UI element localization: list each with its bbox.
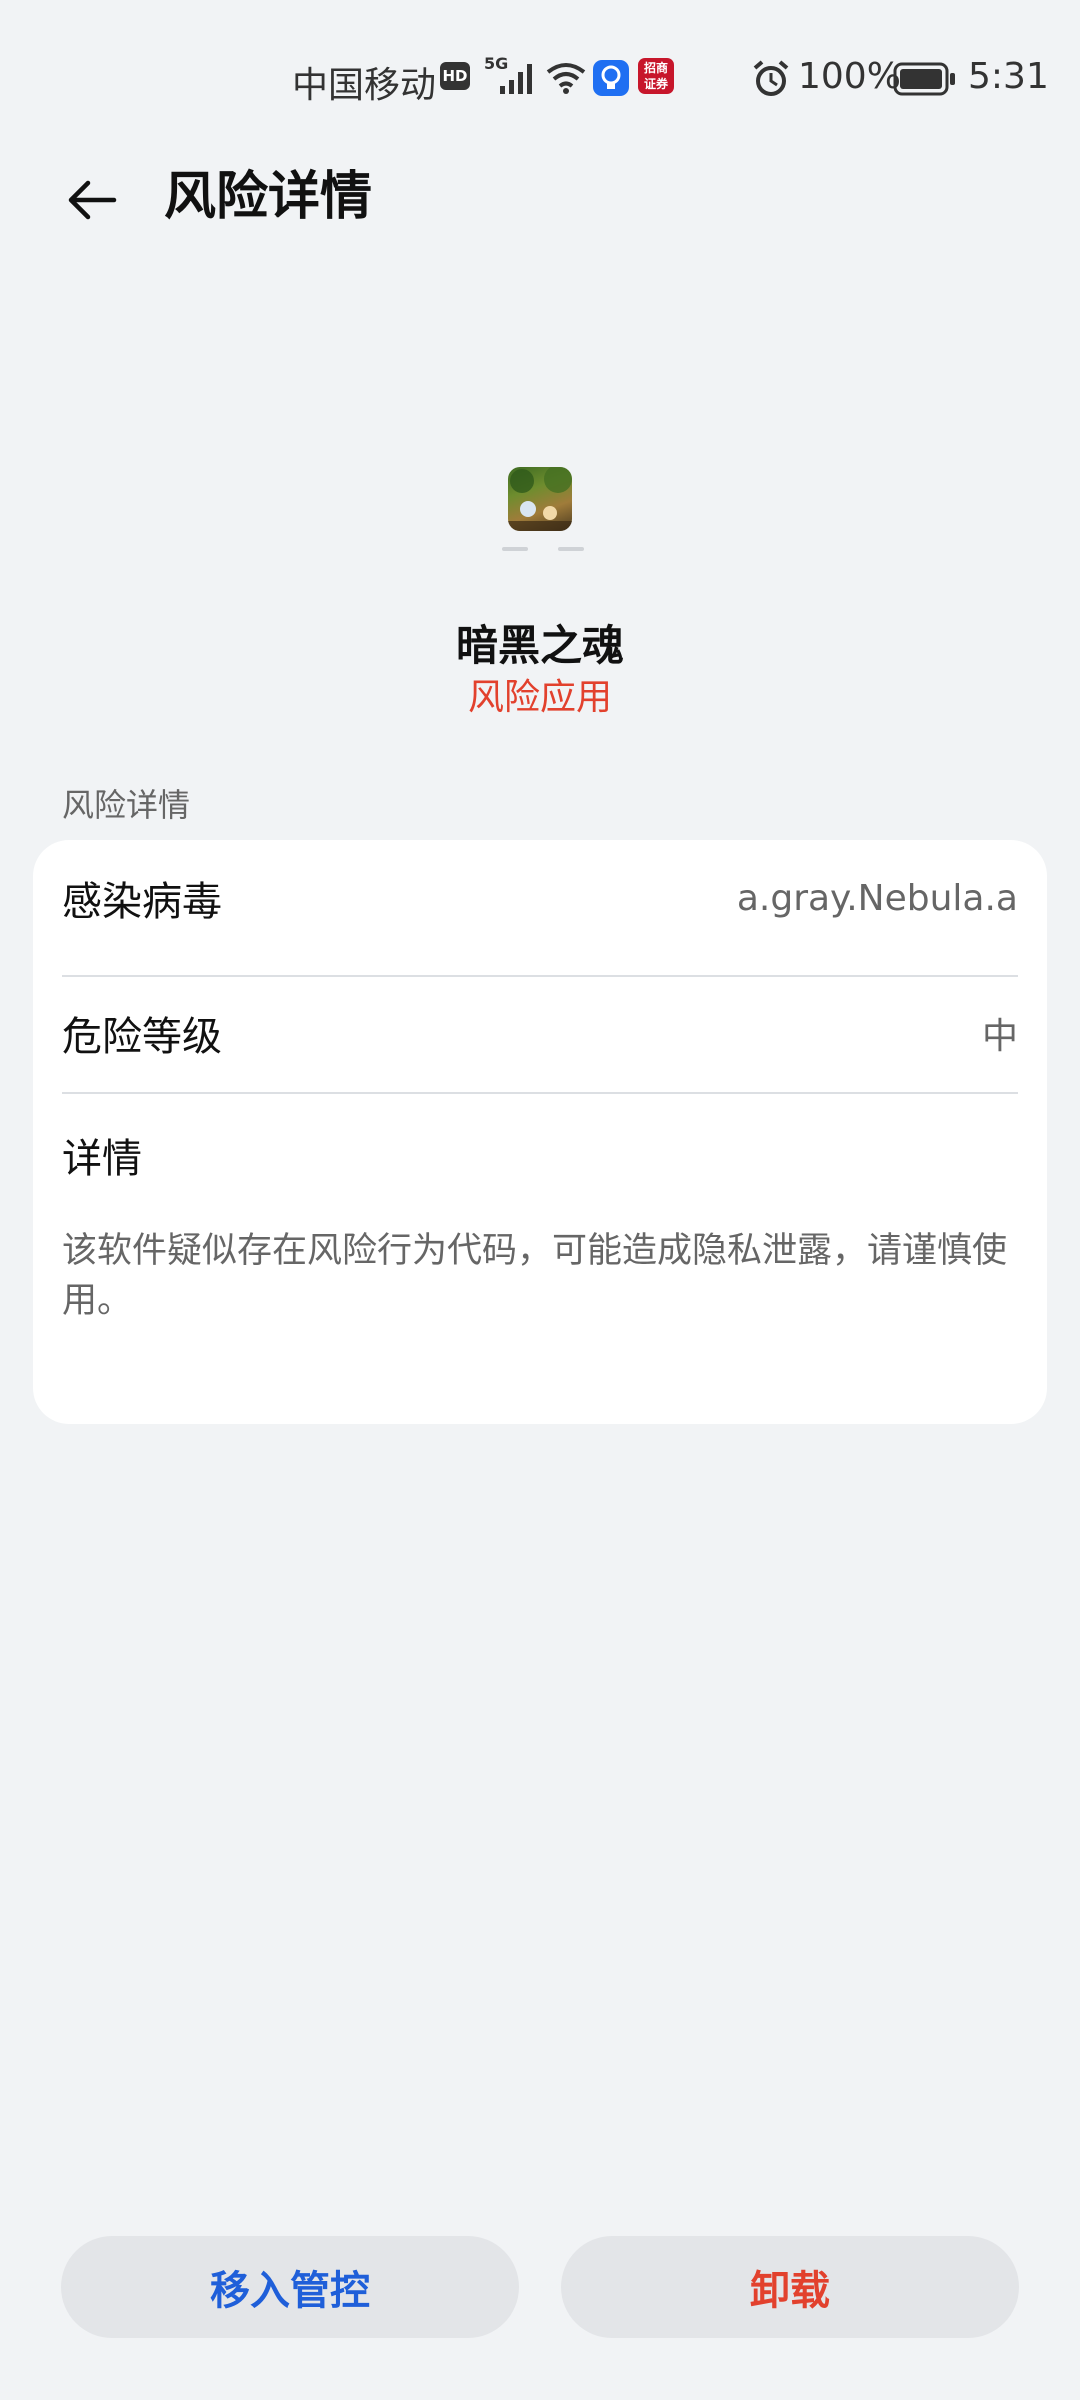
details-heading: 详情 [62, 1136, 142, 1182]
risk-level-row: 危险等级 中 [62, 975, 1018, 1091]
app-name: 暗黑之魂 [455, 621, 624, 670]
virus-row: 感染病毒 a.gray.Nebula.a [62, 840, 1018, 956]
risk-level-value: 中 [981, 1016, 1018, 1057]
details-text: 该软件疑似存在风险行为代码，可能造成隐私泄露，请谨慎使用。 [62, 1231, 1008, 1321]
app-icon [508, 467, 572, 531]
status-bar: 中国移动 HD 5G 招商 证券 100% 5:31 [0, 0, 1080, 160]
zhaoshang-app-icon: 招商 证券 [638, 58, 674, 94]
battery-percent: 100% [798, 56, 901, 97]
app-risk-status: 风险应用 [467, 677, 612, 718]
virus-label: 感染病毒 [62, 879, 222, 925]
arrow-left-icon [68, 180, 117, 220]
uninstall-button[interactable]: 卸载 [561, 2236, 1019, 2338]
clock: 5:31 [968, 56, 1049, 97]
page-title: 风险详情 [164, 167, 373, 227]
bulb-icon [593, 60, 629, 96]
signal-icon [500, 64, 532, 94]
section-label: 风险详情 [62, 786, 191, 824]
risk-detail-card: 感染病毒 a.gray.Nebula.a 危险等级 中 详情 该软件疑似存在风险… [33, 840, 1047, 1424]
move-to-control-button[interactable]: 移入管控 [61, 2236, 519, 2338]
risk-detail-page: 中国移动 HD 5G 招商 证券 100% 5:31 风险详情 暗黑之魂 风险应… [0, 0, 1080, 2400]
virus-value: a.gray.Nebula.a [736, 877, 1018, 919]
wifi-icon [546, 63, 586, 94]
hd-icon: HD [440, 62, 470, 90]
carrier-name: 中国移动 [292, 65, 437, 106]
risk-level-label: 危险等级 [62, 1014, 222, 1060]
alarm-icon [753, 60, 789, 96]
divider [62, 1092, 1018, 1094]
app-icon-underline [502, 547, 584, 551]
battery-icon [893, 62, 955, 96]
back-button[interactable] [52, 160, 132, 240]
